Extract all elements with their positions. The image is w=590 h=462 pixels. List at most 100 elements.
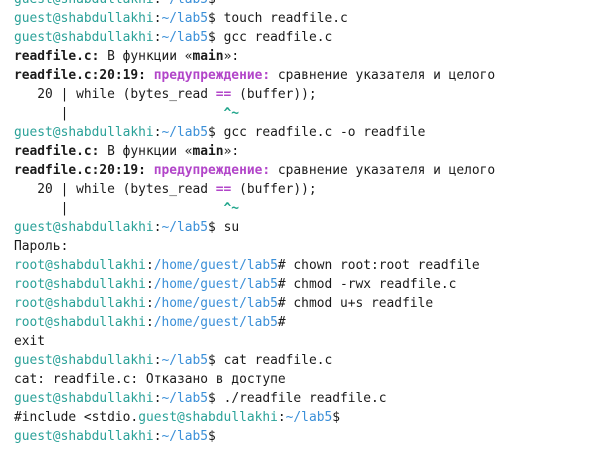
prompt-symbol: $ [208, 429, 216, 444]
prompt-path: ~/lab5 [161, 11, 209, 26]
terminal-line: guest@shabdullakhi:~/lab5$ su [14, 218, 495, 237]
terminal-line: | ^~ [14, 104, 495, 123]
prompt-symbol: $ [208, 0, 216, 7]
prompt-symbol: # [277, 296, 286, 311]
code-snippet-end: (buffer)); [231, 87, 317, 102]
error-text: В функции « [99, 144, 193, 159]
warning-label: предупреждение: [145, 68, 271, 83]
error-text: В функции « [99, 49, 193, 64]
terminal-line: root@shabdullakhi:/home/guest/lab5# chow… [14, 256, 495, 275]
prompt-user: root@shabdullakhi [14, 277, 146, 292]
command-text: gcc readfile.c -o readfile [215, 125, 426, 140]
prompt-user: guest@shabdullakhi [14, 11, 154, 26]
prompt-user: guest@shabdullakhi [14, 125, 154, 140]
error-text-end: »: [223, 49, 240, 64]
warning-message: сравнение указателя и целого [270, 163, 496, 178]
terminal-line: #include <stdio.guest@shabdullakhi:~/lab… [14, 408, 495, 427]
command-text: ./readfile readfile.c [215, 391, 387, 406]
terminal-line: readfile.c: В функции «main»: [14, 47, 495, 66]
prompt-path: /home/guest/lab5 [153, 296, 278, 311]
prompt-user: guest@shabdullakhi [14, 391, 154, 406]
prompt-symbol: $ [208, 220, 216, 235]
command-text: su [215, 220, 240, 235]
prompt-colon: : [145, 277, 154, 292]
prompt-path: /home/guest/lab5 [153, 258, 278, 273]
prompt-path: ~/lab5 [161, 0, 208, 7]
prompt-colon: : [145, 315, 154, 330]
file-output: #include <stdio. [14, 410, 139, 425]
warning-location: readfile.c:20:19: [14, 163, 146, 178]
caret-marker: ^~ [223, 201, 240, 216]
terminal-line: guest@shabdullakhi:~/lab5$ touch readfil… [14, 9, 495, 28]
code-snippet: 20 | while (bytes_read [14, 182, 216, 197]
command-text: chmod u+s readfile [285, 296, 434, 311]
terminal-window[interactable]: guest@shabdullakhi:~/lab5$guest@shabdull… [0, 0, 590, 462]
terminal-line: cat: readfile.c: Отказано в доступе [14, 370, 495, 389]
prompt-user: guest@shabdullakhi [14, 0, 154, 7]
prompt-user: guest@shabdullakhi [138, 410, 278, 425]
terminal-line: exit [14, 332, 495, 351]
error-file: readfile.c: [14, 49, 100, 64]
prompt-symbol: $ [332, 410, 340, 425]
prompt-user: guest@shabdullakhi [14, 429, 154, 444]
prompt-path: /home/guest/lab5 [153, 277, 278, 292]
terminal-line: guest@shabdullakhi:~/lab5$ ./readfile re… [14, 389, 495, 408]
prompt-path: /home/guest/lab5 [153, 315, 278, 330]
warning-message: сравнение указателя и целого [270, 68, 496, 83]
command-text: chown root:root readfile [285, 258, 480, 273]
terminal-line: guest@shabdullakhi:~/lab5$ [14, 427, 495, 446]
output-text: Пароль: [14, 239, 69, 254]
prompt-path: ~/lab5 [161, 30, 209, 45]
terminal-line: readfile.c:20:19: предупреждение: сравне… [14, 66, 495, 85]
prompt-path: ~/lab5 [161, 220, 209, 235]
prompt-symbol: # [277, 315, 286, 330]
prompt-user: root@shabdullakhi [14, 258, 146, 273]
terminal-line: guest@shabdullakhi:~/lab5$ gcc readfile.… [14, 28, 495, 47]
prompt-colon: : [277, 410, 286, 425]
prompt-path: ~/lab5 [161, 125, 209, 140]
prompt-symbol: $ [208, 391, 216, 406]
prompt-user: guest@shabdullakhi [14, 353, 154, 368]
terminal-line: root@shabdullakhi:/home/guest/lab5# [14, 313, 495, 332]
function-name: main [192, 144, 224, 159]
warning-label: предупреждение: [145, 163, 271, 178]
output-text: cat: readfile.c: Отказано в доступе [14, 372, 286, 387]
prompt-symbol: $ [208, 11, 216, 26]
caret-marker: ^~ [223, 106, 240, 121]
prompt-user: root@shabdullakhi [14, 315, 146, 330]
error-file: readfile.c: [14, 144, 100, 159]
code-snippet: 20 | while (bytes_read [14, 87, 216, 102]
terminal-line: | ^~ [14, 199, 495, 218]
prompt-user: root@shabdullakhi [14, 296, 146, 311]
terminal-line: guest@shabdullakhi:~/lab5$ gcc readfile.… [14, 123, 495, 142]
prompt-path: ~/lab5 [161, 391, 209, 406]
prompt-colon: : [145, 296, 154, 311]
prompt-user: guest@shabdullakhi [14, 30, 154, 45]
code-highlight: == [215, 182, 232, 197]
terminal-output: guest@shabdullakhi:~/lab5$guest@shabdull… [14, 0, 495, 446]
code-highlight: == [215, 87, 232, 102]
command-text: cat readfile.c [215, 353, 333, 368]
terminal-line: readfile.c:20:19: предупреждение: сравне… [14, 161, 495, 180]
prompt-symbol: # [277, 277, 286, 292]
command-text: chmod -rwx readfile.c [285, 277, 457, 292]
prompt-path: ~/lab5 [161, 353, 209, 368]
terminal-line: Пароль: [14, 237, 495, 256]
prompt-path: ~/lab5 [285, 410, 333, 425]
prompt-colon: : [145, 258, 154, 273]
function-name: main [192, 49, 224, 64]
terminal-line: 20 | while (bytes_read == (buffer)); [14, 180, 495, 199]
prompt-symbol: $ [208, 353, 216, 368]
output-text: exit [14, 334, 46, 349]
caret-gutter: | [14, 201, 224, 216]
terminal-line: readfile.c: В функции «main»: [14, 142, 495, 161]
terminal-line: root@shabdullakhi:/home/guest/lab5# chmo… [14, 294, 495, 313]
prompt-user: guest@shabdullakhi [14, 220, 154, 235]
prompt-symbol: # [277, 258, 286, 273]
terminal-line: 20 | while (bytes_read == (buffer)); [14, 85, 495, 104]
terminal-line: guest@shabdullakhi:~/lab5$ cat readfile.… [14, 351, 495, 370]
caret-gutter: | [14, 106, 224, 121]
code-snippet-end: (buffer)); [231, 182, 317, 197]
prompt-symbol: $ [208, 125, 216, 140]
prompt-symbol: $ [208, 30, 216, 45]
